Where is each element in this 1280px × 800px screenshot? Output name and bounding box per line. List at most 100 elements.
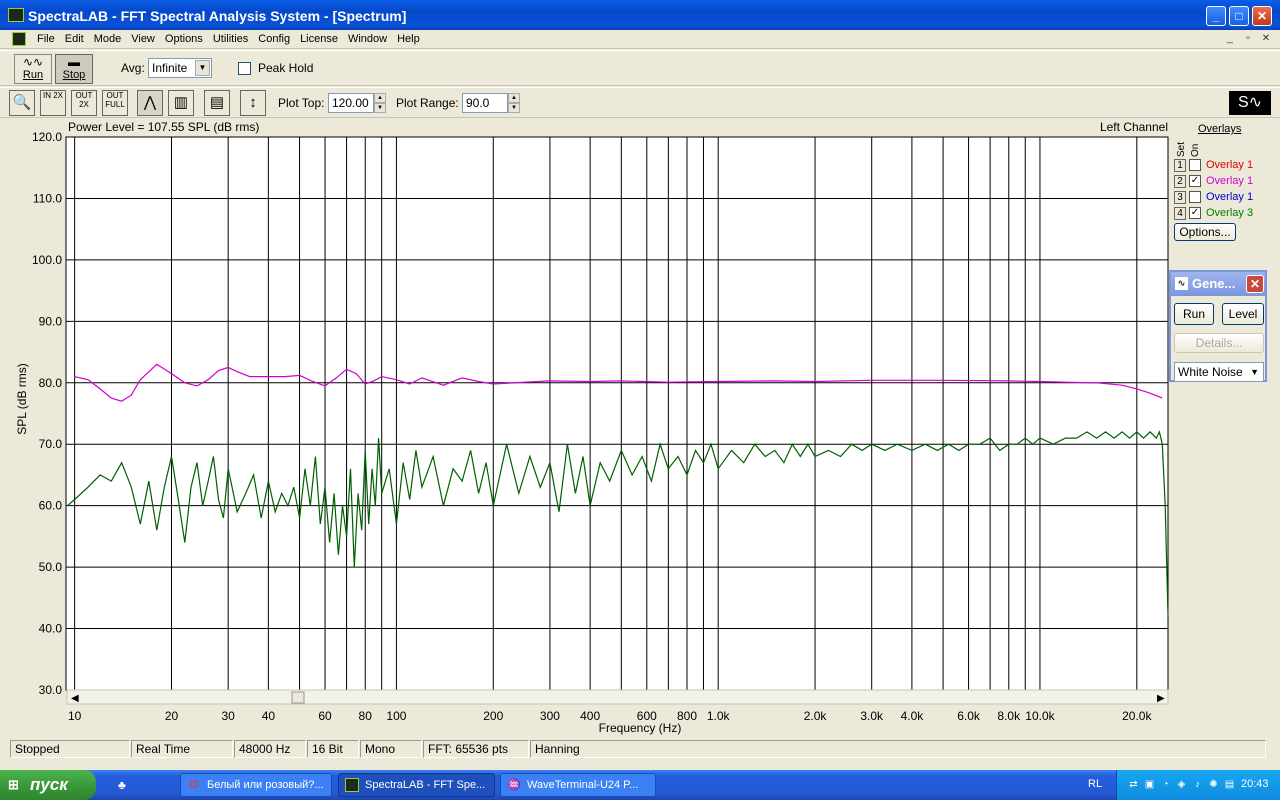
zoom-icon[interactable]: 🔍: [9, 90, 35, 116]
y-axis-label: SPL (dB rms): [15, 363, 29, 435]
overlay-1-checkbox[interactable]: [1189, 159, 1201, 171]
avg-select[interactable]: Infinite ▼: [148, 58, 212, 78]
chevron-down-icon: ▼: [1250, 367, 1259, 377]
tray-app-icon[interactable]: ◔: [1159, 778, 1172, 791]
x-tick-label: 30: [221, 709, 235, 723]
status-fft-size: FFT: 65536 pts: [423, 740, 529, 758]
overlay-set-3-button[interactable]: 3: [1174, 191, 1186, 204]
menu-config[interactable]: Config: [253, 32, 295, 46]
x-tick-label: 10.0k: [1025, 709, 1055, 723]
x-tick-label: 80: [359, 709, 373, 723]
autoscale-icon[interactable]: ↕: [240, 90, 266, 116]
stop-button[interactable]: ▬ Stop: [55, 54, 93, 84]
overlay-set-4-button[interactable]: 4: [1174, 207, 1186, 220]
y-tick-label: 70.0: [39, 437, 63, 451]
plot-range-stepper[interactable]: ▲ ▼: [508, 93, 520, 113]
close-button[interactable]: ✕: [1252, 6, 1272, 26]
start-button[interactable]: ⊞ пуск: [0, 770, 96, 800]
menu-help[interactable]: Help: [392, 32, 425, 46]
plot-area[interactable]: [65, 136, 1169, 691]
run-button[interactable]: ∿∿ Run: [14, 54, 52, 84]
windows-logo-icon: ⊞: [8, 777, 19, 792]
taskbar-item-spectralab[interactable]: SpectraLAB - FFT Spe...: [338, 773, 495, 797]
channel-label: Left Channel: [1100, 120, 1168, 134]
plot-top-input[interactable]: 120.00: [328, 93, 374, 113]
status-window: Hanning: [530, 740, 1266, 758]
tray-shield-icon[interactable]: ◈: [1175, 778, 1188, 791]
status-sample-rate: 48000 Hz: [234, 740, 306, 758]
menu-file[interactable]: File: [32, 32, 60, 46]
plot-range-label: Plot Range:: [396, 96, 459, 110]
generator-run-button[interactable]: Run: [1174, 303, 1214, 325]
menu-view[interactable]: View: [126, 32, 160, 46]
window-title: SpectraLAB - FFT Spectral Analysis Syste…: [28, 8, 407, 24]
x-tick-label: 10: [68, 709, 82, 723]
overlays-title[interactable]: Overlays: [1198, 123, 1241, 135]
language-indicator[interactable]: RL: [1088, 778, 1102, 790]
waveterminal-icon: ♒: [507, 779, 521, 791]
overlay-set-2-button[interactable]: 2: [1174, 175, 1186, 188]
menu-window[interactable]: Window: [343, 32, 392, 46]
x-tick-label: 4.0k: [901, 709, 925, 723]
x-tick-label: 6.0k: [957, 709, 981, 723]
overlay-4-checkbox[interactable]: ✓: [1189, 207, 1201, 219]
zoom-out-2x-icon[interactable]: OUT 2X: [71, 90, 97, 116]
mdi-restore-button[interactable]: ▫: [1240, 33, 1256, 46]
menu-license[interactable]: License: [295, 32, 343, 46]
plot-top-stepper[interactable]: ▲ ▼: [374, 93, 386, 113]
zoom-in-2x-icon[interactable]: IN 2X: [40, 90, 66, 116]
overlay-2-checkbox[interactable]: ✓: [1189, 175, 1201, 187]
taskbar-item-opera[interactable]: O Белый или розовый?...: [180, 773, 332, 797]
document-icon[interactable]: [12, 32, 26, 46]
zoom-out-full-icon[interactable]: OUT FULL: [102, 90, 128, 116]
generator-level-button[interactable]: Level: [1222, 303, 1264, 325]
x-tick-label: 3.0k: [860, 709, 884, 723]
scroll-right-icon[interactable]: ▶: [1157, 693, 1165, 704]
bar-plot-icon[interactable]: ▥: [168, 90, 194, 116]
menu-mode[interactable]: Mode: [89, 32, 127, 46]
x-tick-label: 20.0k: [1122, 709, 1152, 723]
x-tick-label: 400: [580, 709, 600, 723]
tray-volume-icon[interactable]: ♪: [1191, 778, 1204, 791]
horizontal-scrollbar[interactable]: ◀ ▶: [66, 689, 1169, 705]
taskbar-item-waveterminal[interactable]: ♒ WaveTerminal-U24 P...: [500, 773, 656, 797]
y-tick-label: 60.0: [39, 499, 63, 513]
plot-top-label: Plot Top:: [278, 96, 325, 110]
tray-monitor-icon[interactable]: ▣: [1143, 778, 1156, 791]
minimize-button[interactable]: _: [1206, 6, 1226, 26]
signal-generator-logo-icon[interactable]: S∿: [1229, 91, 1271, 115]
main-toolbar: ∿∿ Run ▬ Stop Avg: Infinite ▼ Peak Hold: [0, 50, 1280, 86]
menu-utilities[interactable]: Utilities: [208, 32, 253, 46]
table-view-icon[interactable]: ▤: [204, 90, 230, 116]
avg-label: Avg:: [121, 61, 145, 75]
generator-panel: ∿ Gene... ✕ Run Level Details... White N…: [1169, 270, 1267, 382]
generator-details-button: Details...: [1174, 333, 1264, 353]
quick-launch-icon[interactable]: ♣: [118, 778, 134, 792]
maximize-button[interactable]: □: [1229, 6, 1249, 26]
menu-edit[interactable]: Edit: [60, 32, 89, 46]
plot-range-input[interactable]: 90.0: [462, 93, 508, 113]
tray-network-icon[interactable]: ⇄: [1127, 778, 1140, 791]
x-tick-label: 40: [262, 709, 276, 723]
close-icon[interactable]: ✕: [1246, 275, 1264, 293]
tray-display-icon[interactable]: ▤: [1223, 778, 1236, 791]
power-level-readout: Power Level = 107.55 SPL (dB rms): [68, 120, 259, 134]
scrollbar-thumb[interactable]: [291, 691, 305, 704]
generator-title-bar[interactable]: ∿ Gene... ✕: [1171, 272, 1265, 296]
opera-icon: O: [189, 779, 199, 791]
spectrum-view: Power Level = 107.55 SPL (dB rms) Left C…: [10, 119, 1270, 738]
scroll-left-icon[interactable]: ◀: [71, 693, 79, 704]
overlay-set-1-button[interactable]: 1: [1174, 159, 1186, 172]
y-tick-label: 100.0: [32, 253, 62, 267]
generator-signal-select[interactable]: White Noise ▼: [1174, 362, 1264, 382]
mdi-minimize-button[interactable]: _: [1222, 33, 1238, 46]
overlay-3-checkbox[interactable]: [1189, 191, 1201, 203]
mdi-close-button[interactable]: ✕: [1258, 33, 1274, 46]
overlay-options-button[interactable]: Options...: [1174, 223, 1236, 241]
menu-options[interactable]: Options: [160, 32, 208, 46]
tray-antivirus-icon[interactable]: ✺: [1207, 778, 1220, 791]
spectrum-plot[interactable]: Power Level = 107.55 SPL (dB rms) Left C…: [10, 119, 1170, 738]
line-plot-icon[interactable]: ⋀: [137, 90, 163, 116]
y-tick-label: 90.0: [39, 314, 63, 328]
peak-hold-checkbox[interactable]: [238, 62, 251, 75]
